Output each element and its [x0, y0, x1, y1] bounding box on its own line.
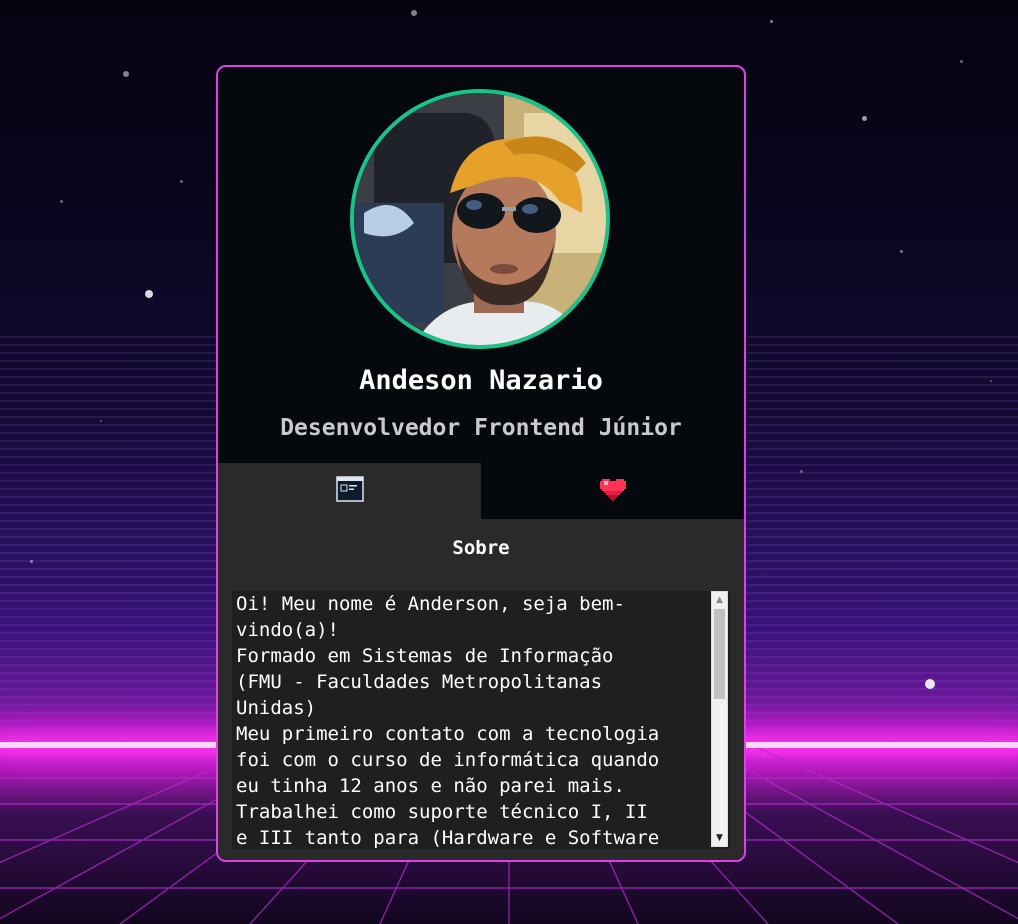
star — [411, 10, 417, 16]
avatar-photo — [354, 93, 606, 345]
about-panel: Sobre Oi! Meu nome é Anderson, seja bem-… — [218, 519, 744, 860]
star — [800, 470, 803, 473]
tab-bar — [218, 463, 744, 519]
scroll-down-arrow-icon[interactable]: ▼ — [712, 830, 727, 846]
star — [123, 71, 129, 77]
avatar — [350, 89, 610, 349]
star — [990, 380, 992, 382]
tab-favorites[interactable] — [481, 463, 744, 519]
profile-card: Andeson Nazario Desenvolvedor Frontend J… — [216, 65, 746, 862]
pixel-heart-icon — [599, 477, 626, 505]
about-text: Oi! Meu nome é Anderson, seja bem- vindo… — [236, 593, 660, 849]
star — [145, 290, 153, 298]
star — [925, 679, 935, 689]
star — [60, 200, 63, 203]
star — [960, 60, 963, 63]
star — [770, 20, 773, 23]
profile-role: Desenvolvedor Frontend Júnior — [280, 415, 682, 441]
star — [180, 180, 183, 183]
terminal-window-icon — [335, 476, 364, 506]
star — [100, 420, 102, 422]
about-scrollbar[interactable]: ▲ ▼ — [711, 591, 728, 847]
star — [862, 116, 867, 121]
panel-title: Sobre — [452, 537, 510, 559]
profile-name: Andeson Nazario — [359, 365, 603, 396]
scroll-up-arrow-icon[interactable]: ▲ — [712, 592, 727, 608]
star — [900, 250, 903, 253]
about-textbox[interactable]: Oi! Meu nome é Anderson, seja bem- vindo… — [232, 591, 730, 849]
scrollbar-thumb[interactable] — [714, 609, 725, 699]
tab-about[interactable] — [218, 463, 481, 519]
star — [30, 560, 33, 563]
